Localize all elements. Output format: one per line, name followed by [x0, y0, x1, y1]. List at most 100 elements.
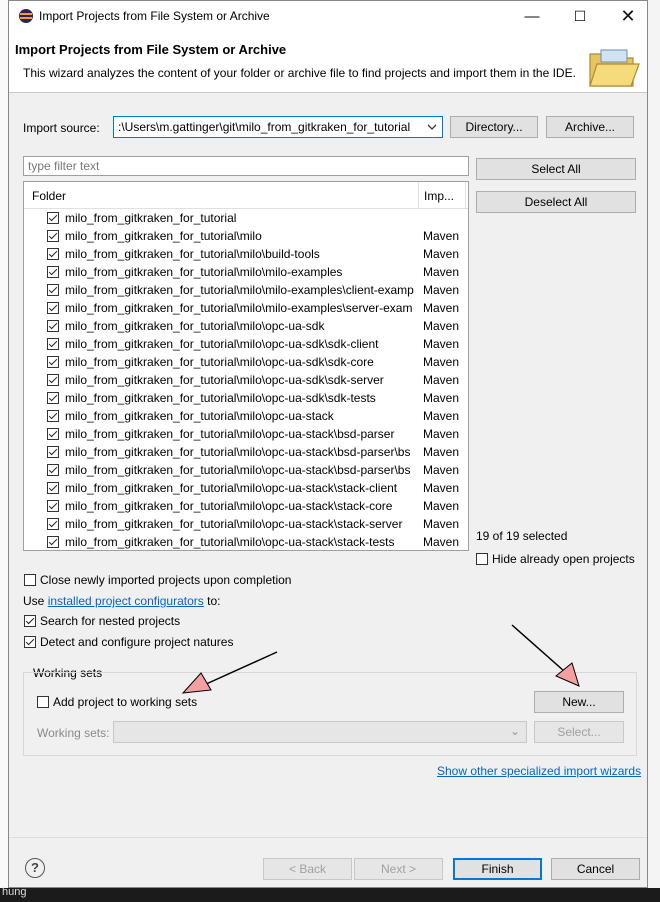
row-checkbox[interactable] — [47, 392, 59, 404]
chevron-down-icon — [427, 124, 437, 130]
working-sets-group — [23, 672, 637, 756]
tree-row[interactable]: milo_from_gitkraken_for_tutorial\milo\op… — [24, 533, 468, 550]
project-tree[interactable]: Folder Imp... milo_from_gitkraken_for_tu… — [23, 181, 469, 551]
tree-row[interactable]: milo_from_gitkraken_for_tutorial\milo\op… — [24, 371, 468, 389]
row-checkbox[interactable] — [47, 212, 59, 224]
import-source-label: Import source: — [23, 121, 100, 135]
maximize-button[interactable]: ☐ — [557, 1, 603, 32]
row-checkbox[interactable] — [47, 500, 59, 512]
select-working-sets-button[interactable]: Select... — [534, 721, 624, 743]
back-button[interactable]: < Back — [263, 858, 352, 880]
arrow-line-right — [511, 624, 565, 672]
row-importer: Maven — [423, 409, 460, 423]
working-sets-label: Working sets: — [37, 726, 110, 740]
tree-row[interactable]: milo_from_gitkraken_for_tutorial\milo\op… — [24, 353, 468, 371]
finish-button[interactable]: Finish — [453, 858, 542, 880]
tree-row[interactable]: milo_from_gitkraken_for_tutorial\milo\mi… — [24, 263, 468, 281]
column-divider[interactable] — [418, 182, 419, 208]
row-folder: milo_from_gitkraken_for_tutorial\milo\op… — [65, 499, 393, 513]
row-checkbox[interactable] — [47, 230, 59, 242]
tree-row[interactable]: milo_from_gitkraken_for_tutorial\milo\mi… — [24, 299, 468, 317]
tree-row[interactable]: milo_from_gitkraken_for_tutorial\milo\op… — [24, 443, 468, 461]
row-checkbox[interactable] — [47, 536, 59, 548]
folder-icon — [589, 49, 640, 87]
footer-divider — [9, 837, 647, 838]
tree-row[interactable]: milo_from_gitkraken_for_tutorial\milo\op… — [24, 515, 468, 533]
detect-natures-checkbox[interactable] — [24, 636, 36, 648]
row-folder: milo_from_gitkraken_for_tutorial\milo\op… — [65, 373, 384, 387]
row-checkbox[interactable] — [47, 482, 59, 494]
close-newly-checkbox[interactable] — [24, 574, 36, 586]
cancel-button[interactable]: Cancel — [551, 858, 640, 880]
row-importer: Maven — [423, 229, 460, 243]
tree-row[interactable]: milo_from_gitkraken_for_tutorial\milo\op… — [24, 479, 468, 497]
tree-row[interactable]: milo_from_gitkraken_for_tutorial\milo\op… — [24, 497, 468, 515]
tree-row[interactable]: milo_from_gitkraken_for_tutorial\milo\op… — [24, 389, 468, 407]
help-icon[interactable]: ? — [25, 858, 45, 878]
tree-row[interactable]: milo_from_gitkraken_for_tutorial\milo Mav… — [24, 227, 468, 245]
working-sets-combo[interactable]: ⌄ — [113, 721, 527, 743]
row-checkbox[interactable] — [47, 266, 59, 278]
row-folder: milo_from_gitkraken_for_tutorial\milo\op… — [65, 409, 334, 423]
row-checkbox[interactable] — [47, 446, 59, 458]
close-button[interactable]: ✕ — [605, 1, 651, 32]
tree-row[interactable]: milo_from_gitkraken_for_tutorial\milo\op… — [24, 335, 468, 353]
minimize-button[interactable]: — — [509, 1, 555, 32]
directory-button[interactable]: Directory... — [450, 116, 538, 138]
next-button[interactable]: Next > — [354, 858, 443, 880]
specialized-wizards-link[interactable]: Show other specialized import wizards — [437, 764, 641, 778]
configurators-link[interactable]: installed project configurators — [48, 594, 204, 608]
window-title: Import Projects from File System or Arch… — [39, 9, 270, 23]
tree-row[interactable]: milo_from_gitkraken_for_tutorial\milo\op… — [24, 461, 468, 479]
row-folder: milo_from_gitkraken_for_tutorial\milo\op… — [65, 517, 403, 531]
row-importer: Maven — [423, 463, 460, 477]
banner-title: Import Projects from File System or Arch… — [15, 42, 287, 57]
tree-row[interactable]: milo_from_gitkraken_for_tutorial\milo\op… — [24, 425, 468, 443]
chevron-down-icon: ⌄ — [509, 724, 520, 738]
tree-header: Folder Imp... — [24, 182, 468, 209]
row-checkbox[interactable] — [47, 338, 59, 350]
row-checkbox[interactable] — [47, 248, 59, 260]
row-checkbox[interactable] — [47, 464, 59, 476]
row-checkbox[interactable] — [47, 428, 59, 440]
import-source-combo[interactable]: :\Users\m.gattinger\git\milo_from_gitkra… — [113, 116, 443, 138]
column-importer[interactable]: Imp... — [424, 189, 454, 203]
row-folder: milo_from_gitkraken_for_tutorial\milo\op… — [65, 463, 411, 477]
filter-input[interactable] — [23, 156, 469, 176]
row-checkbox[interactable] — [47, 302, 59, 314]
column-folder[interactable]: Folder — [32, 189, 66, 203]
tree-row[interactable]: milo_from_gitkraken_for_tutorial\milo\op… — [24, 407, 468, 425]
row-checkbox[interactable] — [47, 320, 59, 332]
add-working-sets-checkbox[interactable] — [37, 696, 49, 708]
tree-row[interactable]: milo_from_gitkraken_for_tutorial\milo\mi… — [24, 281, 468, 299]
use-suffix: to: — [203, 594, 221, 608]
row-folder: milo_from_gitkraken_for_tutorial\milo\mi… — [65, 283, 414, 297]
row-importer: Maven — [423, 535, 460, 549]
tree-row[interactable]: milo_from_gitkraken_for_tutorial — [24, 209, 468, 227]
search-nested-checkbox[interactable] — [24, 615, 36, 627]
select-all-button[interactable]: Select All — [476, 158, 636, 180]
row-importer: Maven — [423, 265, 460, 279]
row-checkbox[interactable] — [47, 284, 59, 296]
row-checkbox[interactable] — [47, 518, 59, 530]
row-checkbox[interactable] — [47, 356, 59, 368]
add-working-sets-label: Add project to working sets — [53, 695, 198, 709]
row-folder: milo_from_gitkraken_for_tutorial\milo\mi… — [65, 301, 413, 315]
row-importer: Maven — [423, 391, 460, 405]
archive-button[interactable]: Archive... — [546, 116, 634, 138]
row-folder: milo_from_gitkraken_for_tutorial\milo\op… — [65, 445, 411, 459]
row-folder: milo_from_gitkraken_for_tutorial\milo\op… — [65, 319, 325, 333]
tree-row[interactable]: milo_from_gitkraken_for_tutorial\milo\bu… — [24, 245, 468, 263]
row-importer: Maven — [423, 481, 460, 495]
row-checkbox[interactable] — [47, 410, 59, 422]
row-folder: milo_from_gitkraken_for_tutorial\milo\bu… — [65, 247, 320, 261]
row-checkbox[interactable] — [47, 374, 59, 386]
hide-open-checkbox[interactable] — [476, 553, 488, 565]
row-folder: milo_from_gitkraken_for_tutorial\milo\mi… — [65, 265, 343, 279]
title-bar[interactable]: Import Projects from File System or Arch… — [9, 1, 647, 32]
eclipse-icon — [19, 9, 33, 23]
tree-row[interactable]: milo_from_gitkraken_for_tutorial\milo\op… — [24, 317, 468, 335]
new-working-set-button[interactable]: New... — [534, 691, 624, 713]
deselect-all-button[interactable]: Deselect All — [476, 191, 636, 213]
row-importer: Maven — [423, 427, 460, 441]
